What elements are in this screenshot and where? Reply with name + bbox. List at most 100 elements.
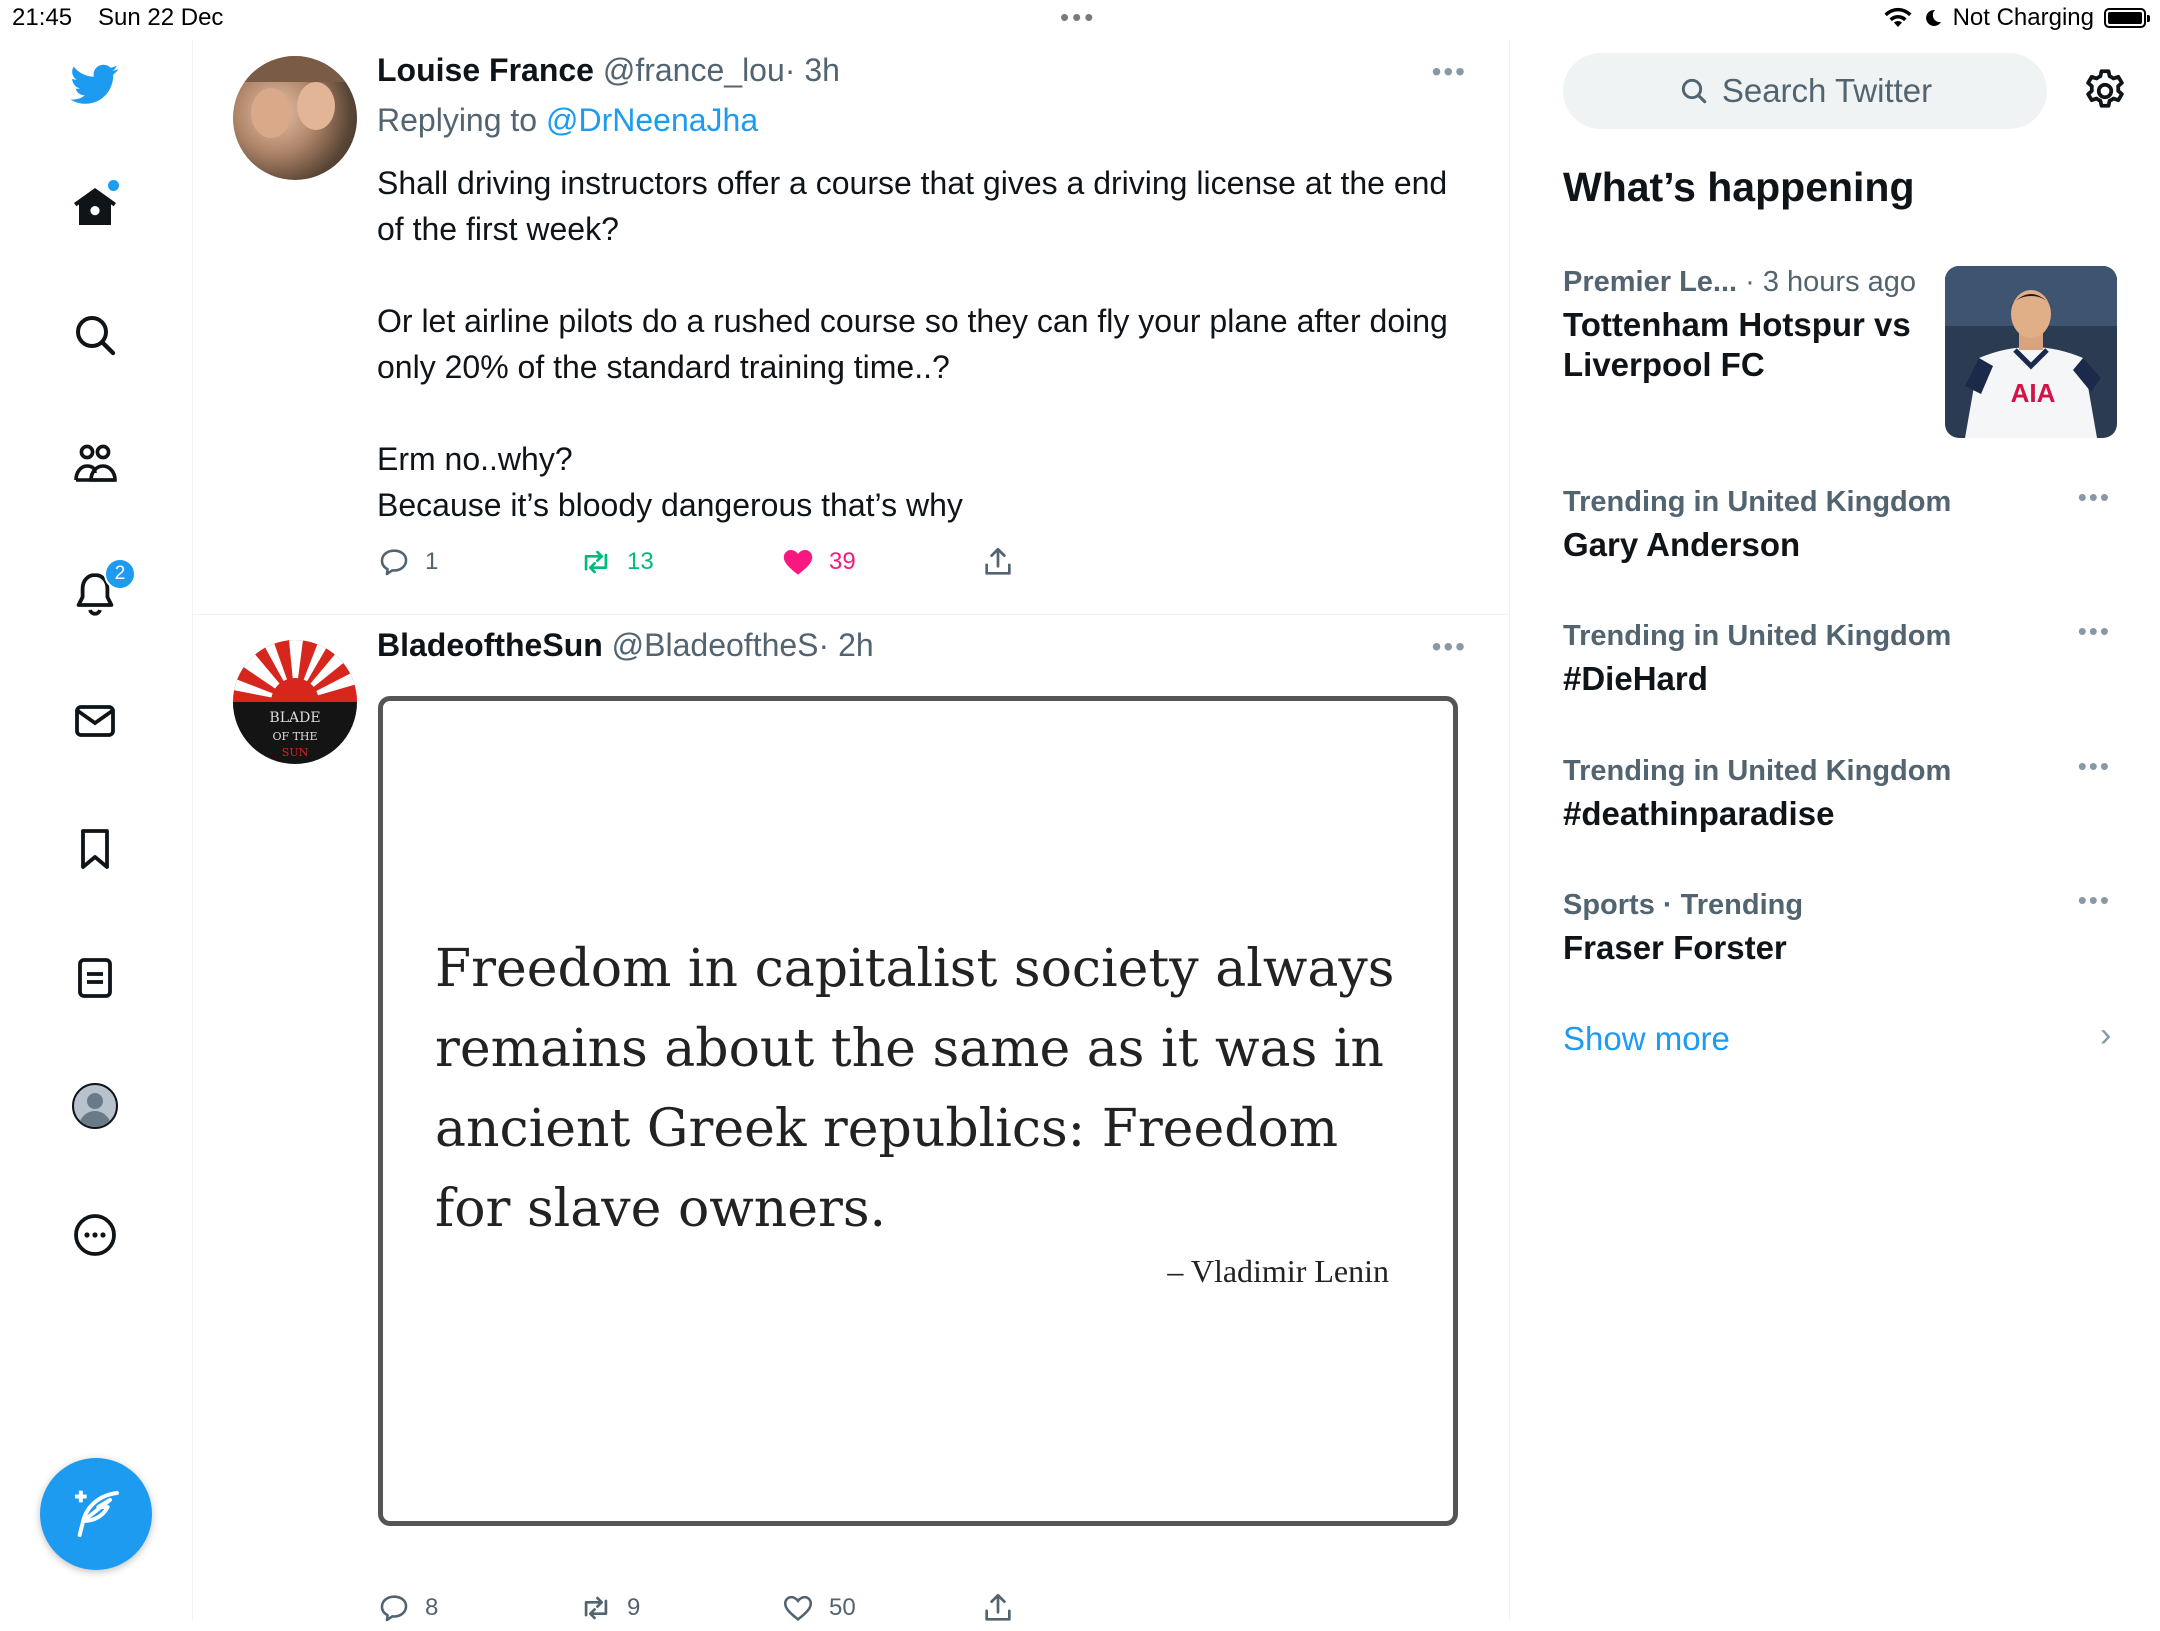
author-handle[interactable]: @BladeoftheS bbox=[612, 627, 819, 663]
share-icon bbox=[985, 547, 1011, 575]
trend-more-icon[interactable]: ••• bbox=[2078, 482, 2111, 513]
author-avatar[interactable]: BLADE OF THE SUN bbox=[233, 640, 357, 764]
battery-icon bbox=[2104, 8, 2150, 28]
multitasking-dots[interactable]: ••• bbox=[1060, 2, 1096, 33]
status-indicators: Not Charging bbox=[1883, 4, 2150, 32]
author-name[interactable]: Louise France bbox=[377, 52, 594, 88]
image-quote-text: Freedom in capitalist society always rem… bbox=[435, 939, 1395, 1239]
like-count: 39 bbox=[829, 548, 856, 575]
nav-home[interactable] bbox=[58, 170, 132, 244]
replying-to-link[interactable]: @DrNeenaJha bbox=[546, 102, 758, 138]
settings-button[interactable] bbox=[2080, 66, 2130, 116]
chevron-right-icon[interactable]: › bbox=[2100, 1016, 2111, 1055]
search-icon bbox=[76, 316, 116, 356]
charging-status: Not Charging bbox=[1952, 4, 2094, 31]
more-circle-icon bbox=[74, 1214, 116, 1256]
gear-icon bbox=[2086, 69, 2124, 108]
tweet-more-icon[interactable]: ••• bbox=[1432, 631, 1467, 663]
trend-item[interactable]: Premier Le... · 3 hours ago Tottenham Ho… bbox=[1563, 266, 1943, 385]
profile-avatar-icon bbox=[72, 1083, 118, 1129]
trend-title: #DieHard bbox=[1563, 660, 1708, 697]
tweet-text: Shall driving instructors offer a course… bbox=[377, 160, 1477, 528]
trend-item[interactable]: Trending in United Kingdom #DieHard ••• bbox=[1563, 616, 2123, 699]
svg-text:OF THE: OF THE bbox=[272, 730, 317, 743]
svg-text:SUN: SUN bbox=[282, 746, 309, 759]
status-date: Sun 22 Dec bbox=[98, 4, 224, 31]
trend-more-icon[interactable]: ••• bbox=[2078, 751, 2111, 782]
status-bar: 21:45 Sun 22 Dec ••• Not Charging bbox=[0, 0, 2160, 40]
trend-category: Trending in United Kingdom bbox=[1563, 486, 1952, 518]
status-time: 21:45 bbox=[12, 4, 73, 31]
svg-text:BLADE: BLADE bbox=[269, 710, 320, 726]
nav-bookmarks[interactable] bbox=[58, 812, 132, 886]
tweet-paragraph: Or let airline pilots do a rushed course… bbox=[377, 303, 1448, 385]
lists-icon bbox=[78, 958, 112, 998]
tweet[interactable]: Louise France @france_lou· 3h ••• Replyi… bbox=[193, 40, 1509, 615]
timeline: Louise France @france_lou· 3h ••• Replyi… bbox=[193, 40, 1510, 1622]
trend-title: #deathinparadise bbox=[1563, 795, 1835, 832]
trend-image[interactable]: AIA bbox=[1945, 266, 2117, 438]
trend-category-label: Premier Le... bbox=[1563, 266, 1738, 298]
trend-time: · 3 hours ago bbox=[1737, 266, 1917, 298]
trend-title: Fraser Forster bbox=[1563, 929, 1787, 966]
nav-more[interactable] bbox=[58, 1198, 132, 1272]
tweet-time[interactable]: · 3h bbox=[785, 52, 840, 88]
compose-tweet-button[interactable] bbox=[40, 1458, 152, 1570]
replying-to: Replying to @DrNeenaJha bbox=[377, 102, 758, 139]
notification-badge: 2 bbox=[104, 558, 136, 590]
tweet-header: BladeoftheSun @BladeoftheS· 2h bbox=[377, 627, 874, 664]
trend-category: Trending in United Kingdom bbox=[1563, 755, 1952, 787]
trend-item[interactable]: Sports · Trending Fraser Forster ••• bbox=[1563, 885, 2123, 968]
trend-item[interactable]: Trending in United Kingdom Gary Anderson… bbox=[1563, 482, 2123, 565]
search-icon bbox=[1681, 78, 1707, 104]
wifi-icon bbox=[1884, 7, 1912, 27]
reply-count: 1 bbox=[425, 548, 439, 575]
twitter-logo-icon[interactable] bbox=[58, 47, 132, 121]
show-more-link[interactable]: Show more bbox=[1563, 1020, 1730, 1058]
search-input[interactable]: Search Twitter bbox=[1563, 53, 2047, 129]
tweet-actions: 1 13 39 bbox=[377, 545, 1077, 585]
tweet-paragraph: Shall driving instructors offer a course… bbox=[377, 165, 1448, 247]
nav-lists[interactable] bbox=[58, 941, 132, 1015]
tweet[interactable]: BLADE OF THE SUN BladeoftheSun @Bladeoft… bbox=[193, 615, 1509, 1622]
search-placeholder: Search Twitter bbox=[1721, 72, 1933, 109]
author-handle[interactable]: @france_lou bbox=[603, 52, 785, 88]
tweet-paragraph: Erm no..why? Because it’s bloody dangero… bbox=[377, 441, 963, 523]
image-quote-author: – Vladimir Lenin bbox=[1167, 1253, 1389, 1289]
retweet-button[interactable]: 13 bbox=[579, 545, 654, 579]
sponsor-text: AIA bbox=[2011, 378, 2056, 408]
nav-explore[interactable] bbox=[58, 298, 132, 372]
nav-messages[interactable] bbox=[58, 684, 132, 758]
rising-sun-avatar: BLADE OF THE SUN bbox=[233, 640, 357, 764]
like-button[interactable]: 39 bbox=[781, 545, 856, 579]
tweet-time[interactable]: · 2h bbox=[819, 627, 874, 663]
communities-icon bbox=[74, 444, 117, 482]
footballer-photo: AIA bbox=[1945, 266, 2117, 438]
tweet-header: Louise France @france_lou· 3h bbox=[377, 52, 840, 89]
whats-happening-heading: What’s happening bbox=[1563, 164, 1915, 210]
trend-more-icon[interactable]: ••• bbox=[2078, 616, 2111, 647]
retweet-count: 13 bbox=[627, 548, 654, 575]
share-button[interactable] bbox=[981, 545, 1015, 579]
nav-communities[interactable] bbox=[58, 427, 132, 501]
trend-category: Premier Le... · 3 hours ago bbox=[1563, 266, 1943, 299]
tweet-more-icon[interactable]: ••• bbox=[1432, 56, 1467, 88]
retweet-count: 9 bbox=[627, 1594, 641, 1621]
nav-profile[interactable] bbox=[58, 1069, 132, 1143]
reply-icon bbox=[380, 549, 408, 576]
trend-title: Tottenham Hotspur vs Liverpool FC bbox=[1563, 306, 1911, 383]
envelope-icon bbox=[75, 705, 115, 737]
trend-more-icon[interactable]: ••• bbox=[2078, 885, 2111, 916]
replying-label: Replying to bbox=[377, 102, 538, 138]
trend-item[interactable]: Trending in United Kingdom #deathinparad… bbox=[1563, 751, 2123, 834]
trend-title: Gary Anderson bbox=[1563, 526, 1801, 563]
bookmark-icon bbox=[81, 829, 109, 869]
reply-button[interactable]: 1 bbox=[377, 545, 438, 579]
like-count: 50 bbox=[829, 1594, 856, 1621]
author-avatar[interactable] bbox=[233, 56, 357, 180]
nav-notifications[interactable]: 2 bbox=[58, 556, 136, 630]
tweet-image[interactable]: Freedom in capitalist society always rem… bbox=[378, 696, 1458, 1526]
left-navigation: 2 bbox=[0, 40, 193, 1620]
author-name[interactable]: BladeoftheSun bbox=[377, 627, 603, 663]
retweet-icon bbox=[584, 550, 608, 574]
